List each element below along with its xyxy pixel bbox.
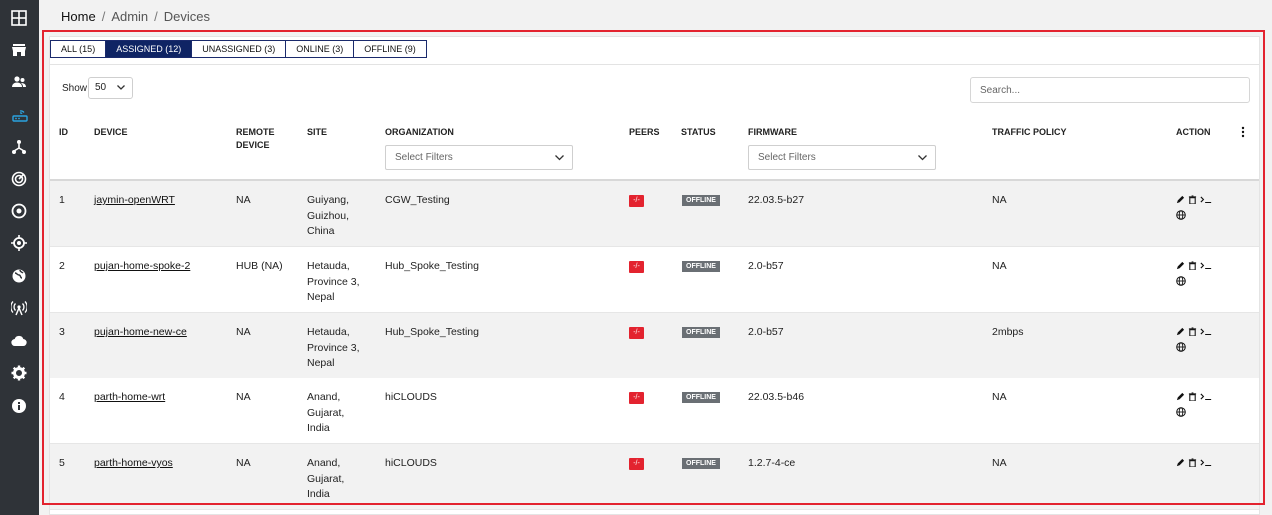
cloud-icon[interactable] (9, 331, 29, 351)
store-icon[interactable] (9, 40, 29, 60)
target-icon[interactable] (9, 201, 29, 221)
antenna-icon[interactable] (9, 298, 29, 318)
sidebar (0, 0, 39, 515)
breadcrumb: Home / Admin / Devices (61, 9, 210, 24)
globe-icon[interactable] (9, 266, 29, 286)
highlight-frame (42, 30, 1265, 505)
network-icon[interactable] (9, 137, 29, 157)
breadcrumb-current: Devices (163, 9, 211, 24)
radar-icon[interactable] (9, 169, 29, 189)
crosshair-icon[interactable] (9, 233, 29, 253)
breadcrumb-separator: / (154, 9, 158, 24)
gear-icon[interactable] (9, 363, 29, 383)
breadcrumb-separator: / (101, 9, 106, 24)
breadcrumb-admin[interactable]: Admin (111, 9, 148, 24)
dashboard-icon[interactable] (9, 8, 29, 28)
breadcrumb-home[interactable]: Home (61, 9, 96, 24)
info-icon[interactable] (9, 396, 29, 416)
users-icon[interactable] (9, 72, 29, 92)
router-icon[interactable] (0, 103, 39, 127)
